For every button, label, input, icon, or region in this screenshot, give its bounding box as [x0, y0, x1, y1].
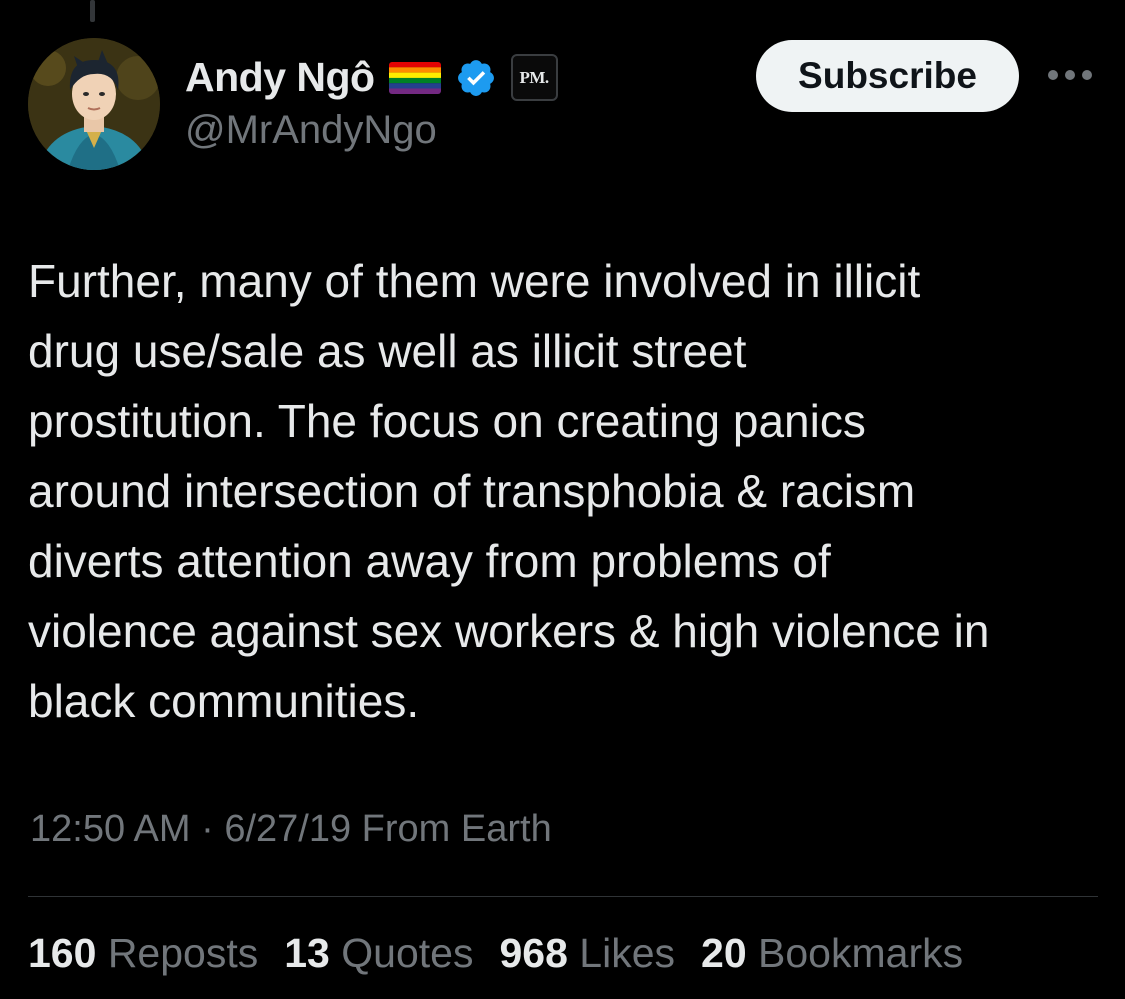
- avatar[interactable]: [28, 38, 160, 170]
- thread-connector-line: [90, 0, 95, 22]
- reposts-label: Reposts: [107, 930, 259, 976]
- tweet-body-text: Further, many of them were involved in i…: [28, 255, 990, 727]
- quotes-stat[interactable]: 13 Quotes: [284, 930, 473, 977]
- reposts-stat[interactable]: 160 Reposts: [28, 930, 258, 977]
- author-name-row: Andy Ngô PM.: [185, 54, 558, 101]
- author-handle[interactable]: @MrAndyNgo: [185, 108, 437, 153]
- rainbow-flag-icon: [388, 61, 441, 94]
- bookmarks-count: 20: [701, 930, 747, 976]
- quotes-label: Quotes: [341, 930, 474, 976]
- affiliation-badge[interactable]: PM.: [510, 54, 558, 101]
- bookmarks-label: Bookmarks: [758, 930, 964, 976]
- tweet-header: Andy Ngô PM. @MrAndyNgo Subscribe: [28, 38, 1098, 178]
- more-options-icon[interactable]: [1048, 68, 1094, 82]
- subscribe-button[interactable]: Subscribe: [756, 40, 1019, 112]
- engagement-stats: 160 Reposts 13 Quotes 968 Likes 20 Bookm…: [28, 930, 963, 977]
- reposts-count: 160: [28, 930, 97, 976]
- author-display-name[interactable]: Andy Ngô: [185, 54, 375, 101]
- avatar-portrait-image: [28, 38, 160, 170]
- likes-label: Likes: [579, 930, 676, 976]
- tweet-timestamp[interactable]: 12:50 AM · 6/27/19 From Earth: [30, 808, 552, 851]
- divider: [28, 896, 1098, 897]
- likes-stat[interactable]: 968 Likes: [499, 930, 675, 977]
- verified-badge-icon[interactable]: [455, 57, 497, 99]
- quotes-count: 13: [284, 930, 330, 976]
- likes-count: 968: [499, 930, 568, 976]
- bookmarks-stat[interactable]: 20 Bookmarks: [701, 930, 963, 977]
